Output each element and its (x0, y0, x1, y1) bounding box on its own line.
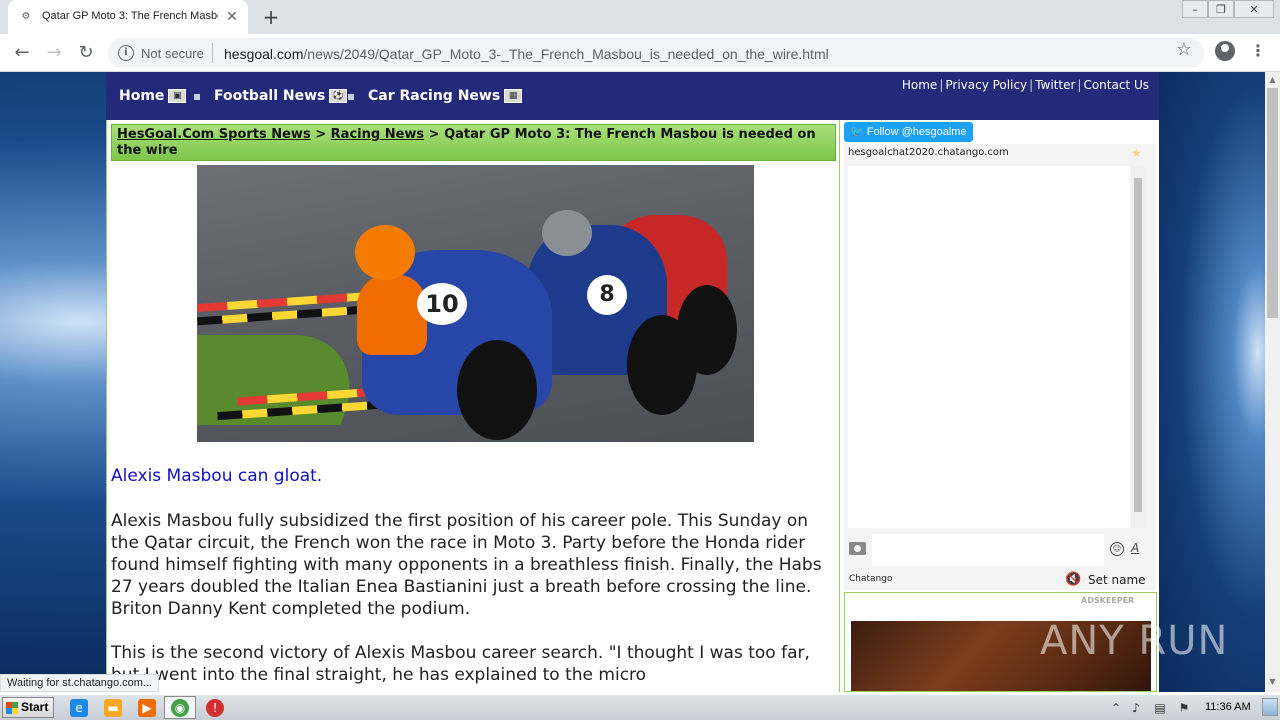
star-icon[interactable]: ★ (1131, 146, 1142, 160)
nav-bullet (348, 94, 354, 100)
plate-number: 8 (587, 275, 627, 315)
volume-icon[interactable]: ♪ (1128, 700, 1144, 716)
toplink-home[interactable]: Home (902, 78, 937, 92)
action-center-flag-icon[interactable]: ⚑ (1176, 700, 1192, 716)
chat-input[interactable] (872, 534, 1104, 566)
security-label: Not secure (141, 46, 204, 61)
breadcrumb: HesGoal.Com Sports News > Racing News > … (111, 124, 836, 161)
chat-widget: hesgoalchat2020.chatango.com ★ ☺ A Chata… (844, 144, 1156, 590)
url-divider (212, 43, 213, 63)
article-column: HesGoal.Com Sports News > Racing News > … (106, 120, 840, 692)
photo-rider (357, 275, 427, 355)
photo-helmet (355, 225, 415, 280)
photo-helmet (542, 210, 592, 256)
nav-football-news[interactable]: Football News ⚽ (214, 88, 348, 108)
home-icon: ▣ (168, 89, 187, 103)
browser-toolbar: ← → ↻ i Not secure hesgoal.com/news/2049… (0, 34, 1280, 72)
toplink-twitter[interactable]: Twitter (1035, 78, 1075, 92)
mute-icon[interactable]: 🔇 (1065, 572, 1081, 587)
browser-tabstrip: ⚙ Qatar GP Moto 3: The French Masbou is … (0, 0, 1280, 34)
show-desktop-button[interactable] (1262, 698, 1278, 716)
clock[interactable]: 11:36 AM (1205, 701, 1251, 713)
reload-icon[interactable]: ↻ (74, 41, 98, 65)
camera-icon[interactable] (849, 542, 866, 555)
article-photo: 8 10 (197, 165, 754, 442)
plate-number: 10 (417, 283, 467, 325)
top-links: Home | Privacy Policy | Twitter | Contact Us (901, 78, 1149, 92)
background-decoration (1158, 72, 1265, 692)
new-tab-button[interactable]: + (260, 6, 282, 28)
start-button[interactable]: Start (2, 697, 54, 718)
tab-favicon-icon: ⚙ (21, 11, 31, 22)
forward-icon[interactable]: → (42, 41, 66, 65)
site-header: Home ▣ Football News ⚽ Car Racing News ▦ Ho… (106, 72, 1159, 120)
folder-icon[interactable]: ▬ (104, 699, 122, 717)
network-icon[interactable]: ▤ (1152, 700, 1168, 716)
twitter-bird-icon: 🐦 (850, 126, 867, 138)
browser-menu-icon[interactable]: ⋮ (1250, 40, 1266, 62)
twitter-follow-button[interactable]: 🐦 Follow @hesgoalme (844, 122, 973, 142)
chat-scrollbar[interactable] (1131, 166, 1145, 528)
set-name-button[interactable]: Set name (1088, 573, 1146, 587)
browser-tab[interactable]: ⚙ Qatar GP Moto 3: The French Masbou is … (8, 0, 248, 34)
chat-messages (848, 166, 1130, 528)
bookmark-star-icon[interactable]: ☆ (1174, 39, 1194, 61)
watermark: ANY RUN (1040, 618, 1229, 664)
text-format-icon[interactable]: A (1131, 541, 1139, 555)
photo-wheel (457, 340, 537, 440)
restore-button[interactable]: ❐ (1208, 0, 1234, 18)
nav-car-racing-news[interactable]: Car Racing News ▦ (368, 88, 523, 108)
chat-input-row: ☺ A (844, 532, 1156, 568)
toplink-contact-us[interactable]: Contact Us (1083, 78, 1149, 92)
alert-app-icon[interactable]: ! (206, 699, 224, 717)
chrome-icon[interactable]: ◉ (171, 699, 189, 717)
url-text[interactable]: hesgoal.com/news/2049/Qatar_GP_Moto_3-_T… (224, 46, 829, 62)
chat-scrollbar-thumb[interactable] (1134, 178, 1142, 512)
article-heading: Alexis Masbou can gloat. (111, 466, 323, 486)
breadcrumb-racing-link[interactable]: Racing News (331, 127, 424, 142)
chat-footer: Chatango 🔇 Set name (844, 572, 1156, 590)
info-icon[interactable]: i (118, 45, 134, 61)
profile-icon[interactable] (1215, 41, 1235, 61)
minimize-button[interactable]: – (1182, 0, 1208, 18)
page-scrollbar-thumb[interactable] (1267, 88, 1278, 318)
taskbar: Start e ▬ ▶ ◉ ! ⌃ ♪ ▤ ⚑ 11:36 AM (0, 694, 1280, 720)
chat-title: hesgoalchat2020.chatango.com (848, 147, 1009, 158)
tab-title: Qatar GP Moto 3: The French Masbou is ne… (42, 10, 218, 22)
back-icon[interactable]: ← (10, 41, 34, 65)
breadcrumb-home-link[interactable]: HesGoal.Com Sports News (117, 127, 311, 142)
sidebar: 🐦 Follow @hesgoalme hesgoalchat2020.chat… (840, 120, 1159, 692)
address-bar[interactable]: i Not secure hesgoal.com/news/2049/Qatar… (108, 38, 1204, 68)
windows-logo-icon (6, 702, 18, 714)
status-bar: Waiting for st.chatango.com... (0, 674, 160, 692)
ad-label: ADSKEEPER (1081, 596, 1135, 605)
page-scrollbar[interactable]: ▲ ▼ (1265, 72, 1280, 692)
emoji-icon[interactable]: ☺ (1110, 542, 1124, 556)
article-paragraph: This is the second victory of Alexis Mas… (111, 643, 810, 685)
article-paragraph: Alexis Masbou fully subsidized the first… (111, 511, 822, 619)
racing-flag-icon: ▦ (504, 89, 523, 103)
media-player-icon[interactable]: ▶ (138, 699, 156, 717)
close-icon[interactable]: ✕ (224, 9, 240, 25)
ie-icon[interactable]: e (70, 699, 88, 717)
close-window-button[interactable]: ✕ (1234, 0, 1274, 18)
page-viewport: Home ▣ Football News ⚽ Car Racing News ▦ Ho… (0, 72, 1265, 692)
photo-wheel (627, 315, 697, 415)
nav-home[interactable]: Home ▣ (119, 88, 187, 108)
nav-bullet (194, 94, 200, 100)
scroll-up-icon[interactable]: ▲ (1267, 74, 1278, 86)
football-icon: ⚽ (329, 89, 348, 103)
toplink-privacy-policy[interactable]: Privacy Policy (945, 78, 1027, 92)
scroll-down-icon[interactable]: ▼ (1267, 676, 1278, 688)
tray-expand-icon[interactable]: ⌃ (1108, 700, 1124, 716)
chatango-label[interactable]: Chatango (849, 574, 892, 584)
